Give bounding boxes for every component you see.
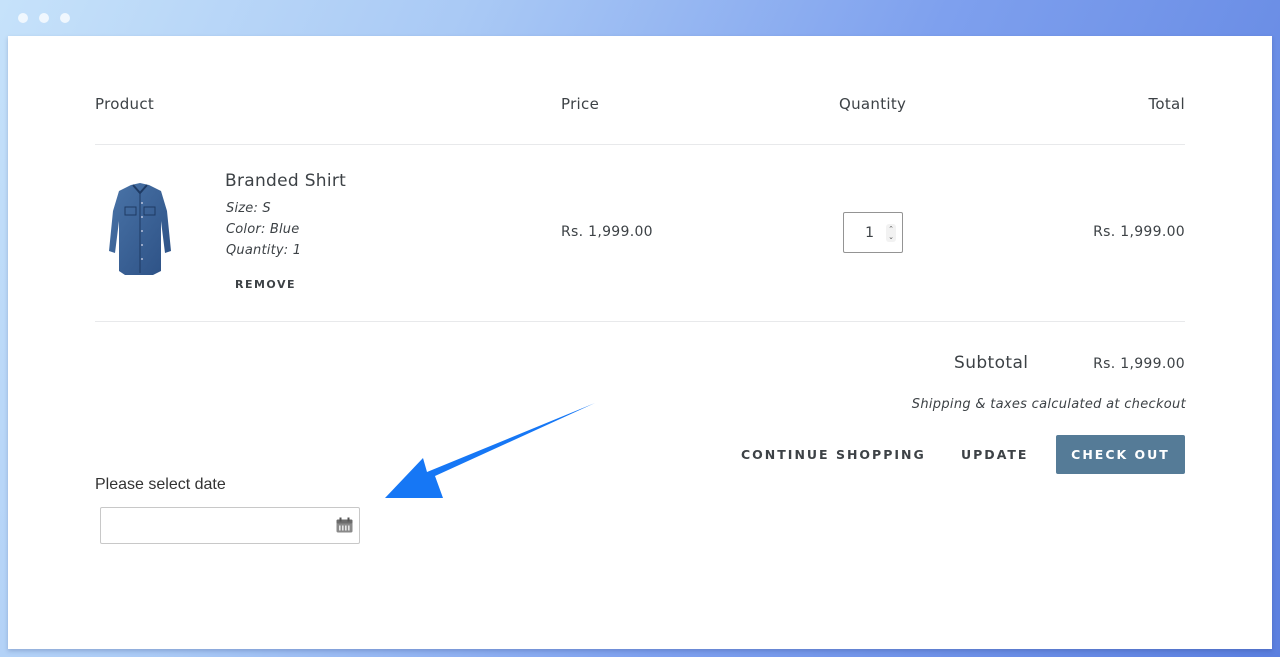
remove-button[interactable]: REMOVE	[235, 278, 296, 291]
item-total: Rs. 1,999.00	[1093, 224, 1185, 240]
quantity-stepper[interactable]: 1 ⌃ ⌄	[843, 212, 903, 253]
chevron-down-icon[interactable]: ⌄	[888, 233, 894, 241]
arrow-pointer-icon	[385, 403, 595, 498]
continue-shopping-button[interactable]: CONTINUE SHOPPING	[741, 447, 926, 462]
product-quantity-text: Quantity: 1	[226, 243, 302, 258]
header-quantity: Quantity	[839, 95, 907, 113]
product-title[interactable]: Branded Shirt	[225, 171, 346, 191]
date-input[interactable]	[100, 507, 360, 544]
item-price: Rs. 1,999.00	[561, 224, 653, 240]
header-product: Product	[95, 95, 155, 113]
header-price: Price	[561, 95, 600, 113]
product-color: Color: Blue	[226, 222, 300, 237]
window-controls	[18, 13, 70, 23]
window-minimize-button[interactable]	[39, 13, 49, 23]
date-label: Please select date	[95, 476, 226, 493]
product-size: Size: S	[226, 201, 271, 216]
spin-arrows-icon[interactable]: ⌃ ⌄	[886, 223, 896, 242]
header-divider	[95, 144, 1185, 145]
checkout-button[interactable]: CHECK OUT	[1056, 435, 1185, 474]
cart-page: Product Price Quantity Total Branded Shi…	[8, 36, 1272, 649]
update-button[interactable]: UPDATE	[961, 447, 1028, 462]
subtotal-label: Subtotal	[954, 353, 1029, 373]
subtotal-value: Rs. 1,999.00	[1093, 356, 1185, 372]
calendar-icon[interactable]	[336, 517, 353, 533]
shirt-image[interactable]	[103, 181, 177, 281]
chevron-up-icon[interactable]: ⌃	[888, 225, 894, 233]
quantity-value[interactable]: 1	[865, 225, 874, 241]
shipping-note: Shipping & taxes calculated at checkout	[911, 397, 1186, 412]
window-close-button[interactable]	[18, 13, 28, 23]
header-total: Total	[1148, 95, 1185, 113]
window-maximize-button[interactable]	[60, 13, 70, 23]
row-divider	[95, 321, 1185, 322]
